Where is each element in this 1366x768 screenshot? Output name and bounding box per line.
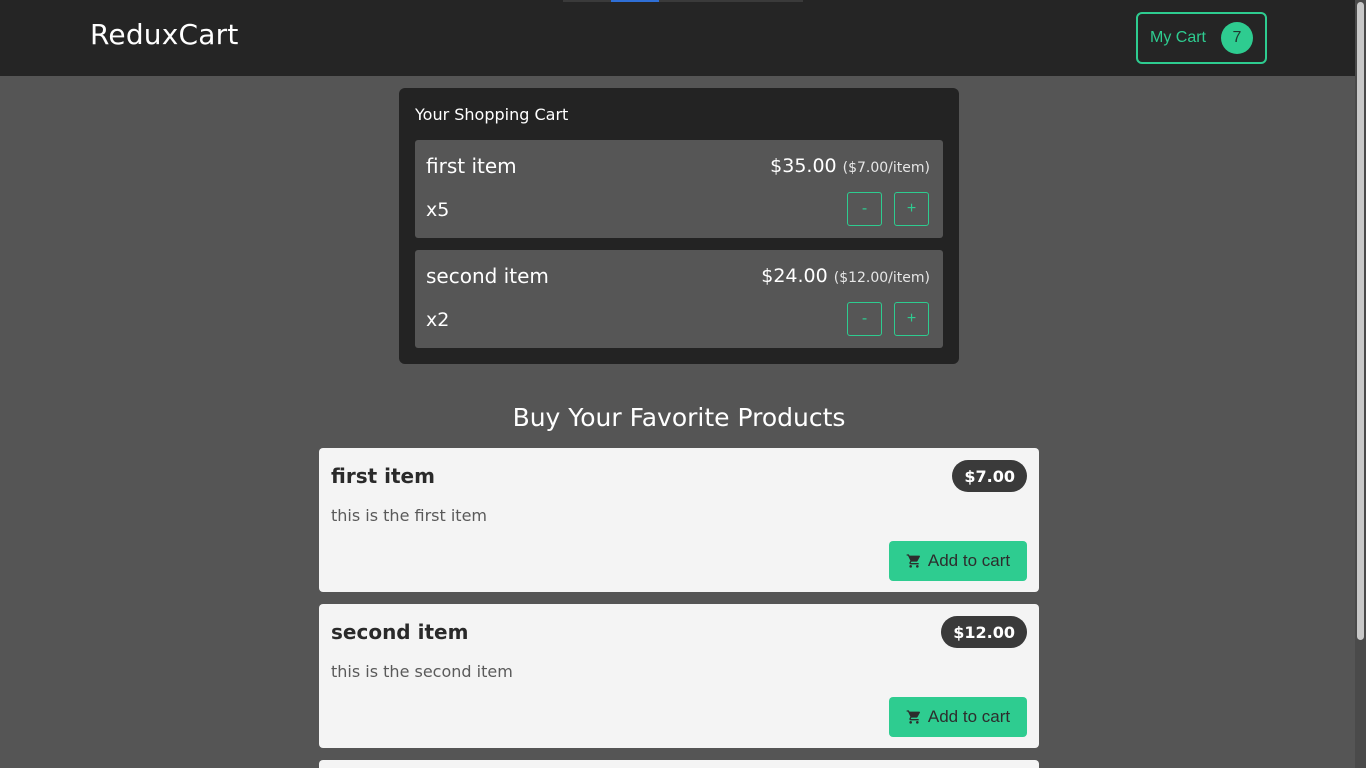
product-card: second item $12.00 this is the second it… xyxy=(319,604,1039,748)
loading-bar xyxy=(563,0,803,2)
product-card-partial xyxy=(319,760,1039,768)
cart-item-name: second item xyxy=(426,264,549,288)
cart-item-unit-price: ($12.00/item) xyxy=(833,270,930,286)
add-to-cart-label: Add to cart xyxy=(927,707,1011,726)
app-logo[interactable]: ReduxCart xyxy=(90,18,239,51)
shopping-cart-panel: Your Shopping Cart first item $35.00 ($7… xyxy=(399,88,959,364)
decrease-quantity-button[interactable]: - xyxy=(847,192,882,226)
cart-count-badge: 7 xyxy=(1221,22,1253,54)
cart-title: Your Shopping Cart xyxy=(415,105,569,124)
cart-item-total: $35.00 xyxy=(770,155,837,177)
add-to-cart-button[interactable]: Add to cart xyxy=(889,541,1027,581)
product-name: first item xyxy=(331,464,435,488)
cart-item-unit-price: ($7.00/item) xyxy=(842,160,930,176)
cart-item: first item $35.00 ($7.00/item) x5 - + xyxy=(415,140,943,238)
scrollbar-thumb[interactable] xyxy=(1357,2,1364,640)
product-description: this is the second item xyxy=(331,662,513,681)
decrease-quantity-button[interactable]: - xyxy=(847,302,882,336)
cart-item: second item $24.00 ($12.00/item) x2 - + xyxy=(415,250,943,348)
product-price-badge: $7.00 xyxy=(952,460,1027,492)
shopping-cart-icon xyxy=(906,710,920,724)
add-to-cart-label: Add to cart xyxy=(927,551,1011,570)
product-name: second item xyxy=(331,620,469,644)
cart-item-quantity: x5 xyxy=(426,199,450,221)
product-price-badge: $12.00 xyxy=(941,616,1027,648)
product-card: first item $7.00 this is the first item … xyxy=(319,448,1039,592)
main-header: ReduxCart My Cart 7 xyxy=(0,0,1355,76)
cart-item-name: first item xyxy=(426,154,517,178)
add-to-cart-button[interactable]: Add to cart xyxy=(889,697,1027,737)
increase-quantity-button[interactable]: + xyxy=(894,302,929,336)
my-cart-button[interactable]: My Cart 7 xyxy=(1136,12,1267,64)
cart-item-total: $24.00 xyxy=(761,265,828,287)
shopping-cart-icon xyxy=(906,554,920,568)
increase-quantity-button[interactable]: + xyxy=(894,192,929,226)
cart-item-price: $35.00 ($7.00/item) xyxy=(770,155,930,177)
product-description: this is the first item xyxy=(331,506,487,525)
my-cart-label: My Cart xyxy=(1150,29,1206,46)
loading-bar-fill xyxy=(611,0,659,2)
products-section-title: Buy Your Favorite Products xyxy=(512,403,846,432)
cart-item-quantity: x2 xyxy=(426,309,450,331)
cart-item-price: $24.00 ($12.00/item) xyxy=(761,265,930,287)
